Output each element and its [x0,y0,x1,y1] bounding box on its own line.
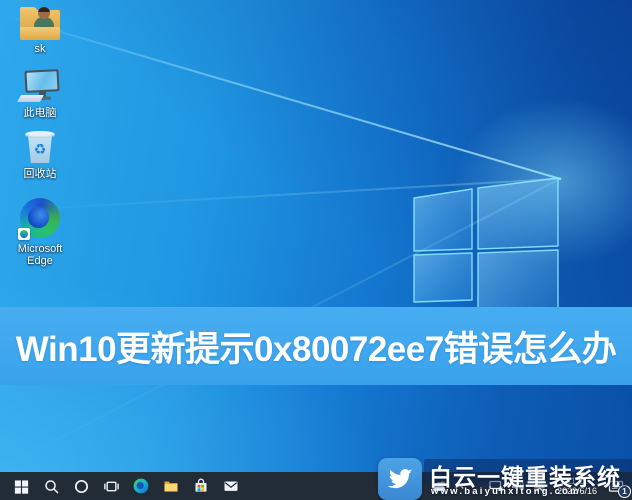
file-explorer-icon [162,477,180,495]
file-explorer-button[interactable] [156,472,186,500]
language-indicator[interactable]: 英 [529,472,550,500]
tray-date: 2022/6/16 [555,486,599,496]
action-center-button[interactable]: 1 [604,472,630,500]
windows-desktop: sk 此电脑 ♻ 回收站 Microsoft Edge Win10更新提示0x8… [0,0,632,500]
windows-logo [400,168,570,320]
edge-icon [19,198,61,240]
cortana-button[interactable] [66,472,96,500]
mail-button[interactable] [216,472,246,500]
weather-tray-icon[interactable] [428,472,450,500]
search-icon [43,478,60,495]
volume-tray-icon[interactable] [507,472,529,500]
start-button[interactable] [6,472,36,500]
task-view-icon [103,478,120,495]
desktop-icon-recycle-bin[interactable]: ♻ 回收站 [6,131,74,180]
desktop-icon-label: 此电脑 [6,107,74,119]
title-banner: Win10更新提示0x80072ee7错误怎么办 [0,307,632,385]
search-button[interactable] [36,472,66,500]
edge-icon [132,477,150,495]
desktop-icon-label: Microsoft [6,243,74,255]
store-icon [192,477,210,495]
this-pc-icon [15,68,65,104]
hidden-icons-button[interactable] [450,472,469,500]
tray-clock[interactable]: 11:11 2022/6/16 [550,476,604,496]
windows-flag-icon [13,478,30,495]
recycle-glyph: ♻ [19,142,61,156]
taskbar: 英 11:11 2022/6/16 1 [0,472,632,500]
desktop-icon-label: 回收站 [6,168,74,180]
speaker-icon [510,479,526,493]
desktop-icon-user-folder[interactable]: sk [6,6,74,55]
desktop-icon-label: Edge [6,255,74,267]
task-view-button[interactable] [96,472,126,500]
desktop-icon-label: sk [6,43,74,55]
tray-time: 11:11 [555,476,599,486]
cortana-icon [73,478,90,495]
desktop-icon-this-pc[interactable]: 此电脑 [6,68,74,119]
network-tray-icon[interactable] [485,472,507,500]
user-folder-icon [17,6,63,40]
system-tray: 英 11:11 2022/6/16 1 [428,472,630,500]
desktop-icon-edge[interactable]: Microsoft Edge [6,198,74,267]
microsoft-store-button[interactable] [186,472,216,500]
banner-title-text: Win10更新提示0x80072ee7错误怎么办 [16,321,616,372]
notification-badge: 1 [618,485,631,498]
mail-icon [222,477,240,495]
recycle-bin-icon: ♻ [19,131,61,165]
edge-badge-icon [18,228,30,240]
edge-taskbar-button[interactable] [126,472,156,500]
chevron-up-icon [453,480,466,493]
cloud-icon [431,479,447,493]
ethernet-icon [488,479,504,493]
taskbar-buttons [0,472,246,500]
